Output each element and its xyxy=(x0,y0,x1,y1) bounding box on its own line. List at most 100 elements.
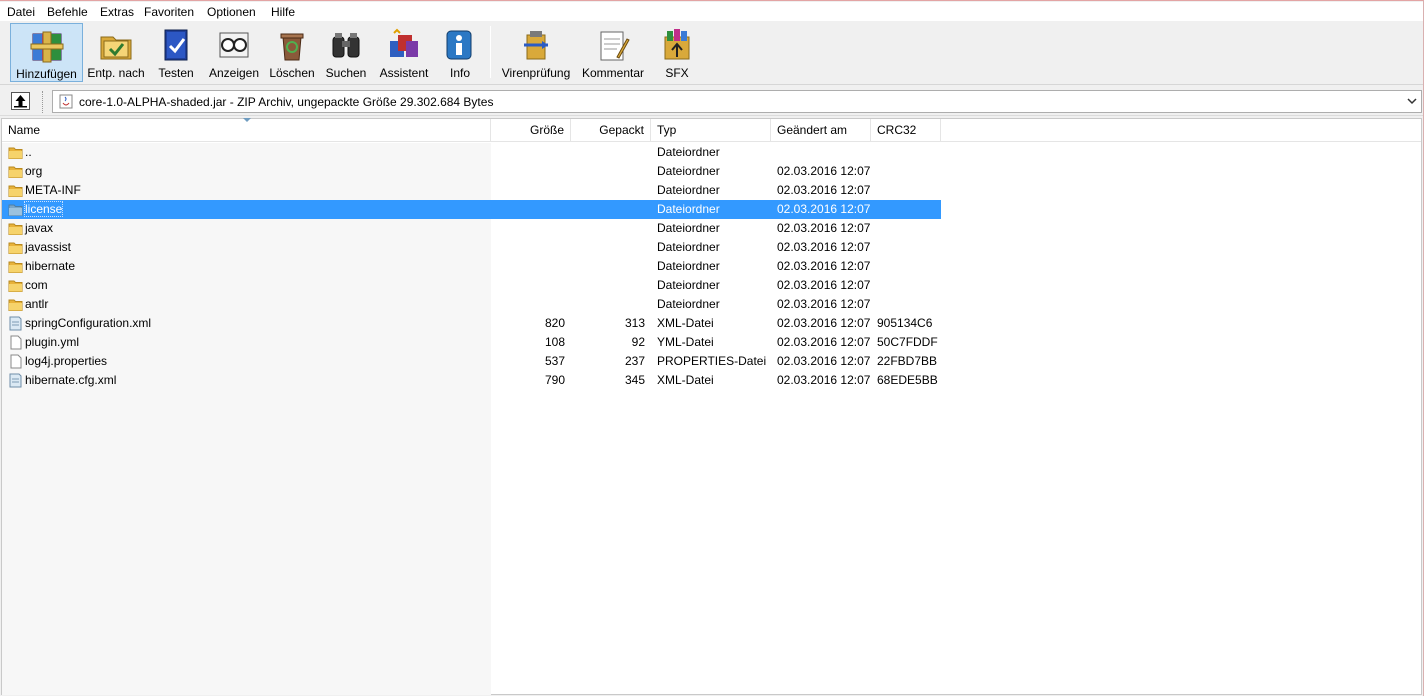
file-type: Dateiordner xyxy=(657,145,720,159)
file-name: com xyxy=(25,278,48,292)
file-row[interactable]: plugin.yml 108 92 YML-Datei 02.03.2016 12:07… xyxy=(2,333,941,352)
file-size: 820 xyxy=(544,316,565,330)
comment-button[interactable]: Kommentar xyxy=(579,23,647,82)
address-field[interactable]: core-1.0-ALPHA-shaded.jar - ZIP Archiv, … xyxy=(52,90,1422,113)
extract-to-button[interactable]: Entp. nach xyxy=(85,23,147,82)
column-header-size[interactable]: Größe xyxy=(491,119,571,142)
wizard-icon xyxy=(390,28,418,57)
file-modified: 02.03.2016 12:07 xyxy=(777,164,871,178)
file-type: PROPERTIES-Datei xyxy=(657,354,767,368)
column-header-crc[interactable]: CRC32 xyxy=(871,119,941,142)
file-name: .. xyxy=(25,145,32,159)
test-book-icon xyxy=(164,29,188,61)
folder-icon xyxy=(8,223,23,235)
column-header-type[interactable]: Typ xyxy=(651,119,771,142)
file-size: 790 xyxy=(544,373,565,387)
file-type: Dateiordner xyxy=(657,202,720,216)
file-modified: 02.03.2016 12:07 xyxy=(777,316,871,330)
add-button[interactable]: Hinzufügen xyxy=(10,23,83,82)
view-button[interactable]: Anzeigen xyxy=(207,23,261,82)
virus-scan-button[interactable]: Virenprüfung xyxy=(498,23,574,82)
sfx-icon xyxy=(664,29,690,60)
file-name: javassist xyxy=(25,240,72,254)
file-type: XML-Datei xyxy=(657,373,714,387)
menu-datei[interactable]: Datei xyxy=(7,5,35,19)
test-label: Testen xyxy=(158,66,194,80)
info-icon xyxy=(446,30,472,60)
file-packed-size: 345 xyxy=(624,373,645,387)
wizard-label: Assistent xyxy=(379,66,429,80)
delete-label: Löschen xyxy=(269,66,315,80)
column-header-modified[interactable]: Geändert am xyxy=(771,119,871,142)
file-row[interactable]: log4j.properties 537 237 PROPERTIES-Datei 02… xyxy=(2,352,941,371)
chevron-down-icon[interactable] xyxy=(1405,93,1419,110)
folder-icon xyxy=(8,204,23,216)
menu-bar: Datei Befehle Extras Favoriten Optionen … xyxy=(0,2,1423,21)
xml-file-icon xyxy=(9,316,22,331)
menu-befehle[interactable]: Befehle xyxy=(47,5,88,19)
view-label: Anzeigen xyxy=(208,66,260,80)
find-button[interactable]: Suchen xyxy=(322,23,370,82)
up-arrow-icon xyxy=(14,95,27,108)
file-icon xyxy=(10,354,22,369)
menu-optionen[interactable]: Optionen xyxy=(207,5,256,19)
test-button[interactable]: Testen xyxy=(152,23,200,82)
winrar-window: Datei Befehle Extras Favoriten Optionen … xyxy=(0,0,1424,696)
file-type: Dateiordner xyxy=(657,240,720,254)
comment-label: Kommentar xyxy=(581,66,645,80)
recycle-bin-icon xyxy=(280,33,304,61)
file-row[interactable]: .. Dateiordner xyxy=(2,143,941,162)
delete-button[interactable]: Löschen xyxy=(266,23,318,82)
column-header-name[interactable]: Name xyxy=(2,119,491,142)
file-modified: 02.03.2016 12:07 xyxy=(777,297,871,311)
file-row[interactable]: springConfiguration.xml 820 313 XML-Datei 02… xyxy=(2,314,941,333)
wizard-button[interactable]: Assistent xyxy=(376,23,432,82)
extract-to-label: Entp. nach xyxy=(87,66,145,80)
file-name: license xyxy=(23,201,64,217)
info-button[interactable]: Info xyxy=(438,23,482,82)
folder-icon xyxy=(8,185,23,197)
folder-icon xyxy=(8,166,23,178)
address-bar: core-1.0-ALPHA-shaded.jar - ZIP Archiv, … xyxy=(0,87,1423,116)
file-type: Dateiordner xyxy=(657,164,720,178)
file-row[interactable]: antlr Dateiordner 02.03.2016 12:07 xyxy=(2,295,941,314)
file-row[interactable]: license Dateiordner 02.03.2016 12:07 xyxy=(2,200,941,219)
file-modified: 02.03.2016 12:07 xyxy=(777,354,871,368)
file-type: XML-Datei xyxy=(657,316,714,330)
archive-books-icon xyxy=(30,31,63,63)
file-crc: 68EDE5BB xyxy=(877,373,938,387)
file-size: 108 xyxy=(544,335,565,349)
file-name: org xyxy=(25,164,43,178)
sfx-label: SFX xyxy=(665,66,689,80)
menu-extras[interactable]: Extras xyxy=(100,5,134,19)
file-row[interactable]: org Dateiordner 02.03.2016 12:07 xyxy=(2,162,941,181)
toolbar: Hinzufügen Entp. nach Testen Anzeigen Lö… xyxy=(0,21,1423,85)
info-label: Info xyxy=(449,66,470,80)
file-type: Dateiordner xyxy=(657,183,720,197)
folder-icon xyxy=(8,242,23,254)
column-header-packed[interactable]: Gepackt xyxy=(571,119,651,142)
file-size: 537 xyxy=(544,354,565,368)
file-row[interactable]: hibernate.cfg.xml 790 345 XML-Datei 02.03.20… xyxy=(2,371,941,390)
menu-favoriten[interactable]: Favoriten xyxy=(144,5,194,19)
file-row[interactable]: hibernate Dateiordner 02.03.2016 12:07 xyxy=(2,257,941,276)
file-modified: 02.03.2016 12:07 xyxy=(777,335,871,349)
file-name: springConfiguration.xml xyxy=(25,316,152,330)
file-row[interactable]: javax Dateiordner 02.03.2016 12:07 xyxy=(2,219,941,238)
file-modified: 02.03.2016 12:07 xyxy=(777,221,871,235)
file-crc: 905134C6 xyxy=(877,316,933,330)
menu-hilfe[interactable]: Hilfe xyxy=(271,5,295,19)
file-row[interactable]: javassist Dateiordner 02.03.2016 12:07 xyxy=(2,238,941,257)
file-name: META-INF xyxy=(25,183,81,197)
file-modified: 02.03.2016 12:07 xyxy=(777,373,871,387)
file-row[interactable]: META-INF Dateiordner 02.03.2016 12:07 xyxy=(2,181,941,200)
file-row[interactable]: com Dateiordner 02.03.2016 12:07 xyxy=(2,276,941,295)
file-name: hibernate.cfg.xml xyxy=(25,373,117,387)
virus-scan-icon xyxy=(524,31,548,60)
binoculars-icon xyxy=(332,33,360,58)
file-type: Dateiordner xyxy=(657,221,720,235)
sfx-button[interactable]: SFX xyxy=(654,23,700,82)
file-packed-size: 237 xyxy=(624,354,645,368)
up-folder-button[interactable] xyxy=(11,92,30,110)
toolbar-separator xyxy=(490,26,491,78)
